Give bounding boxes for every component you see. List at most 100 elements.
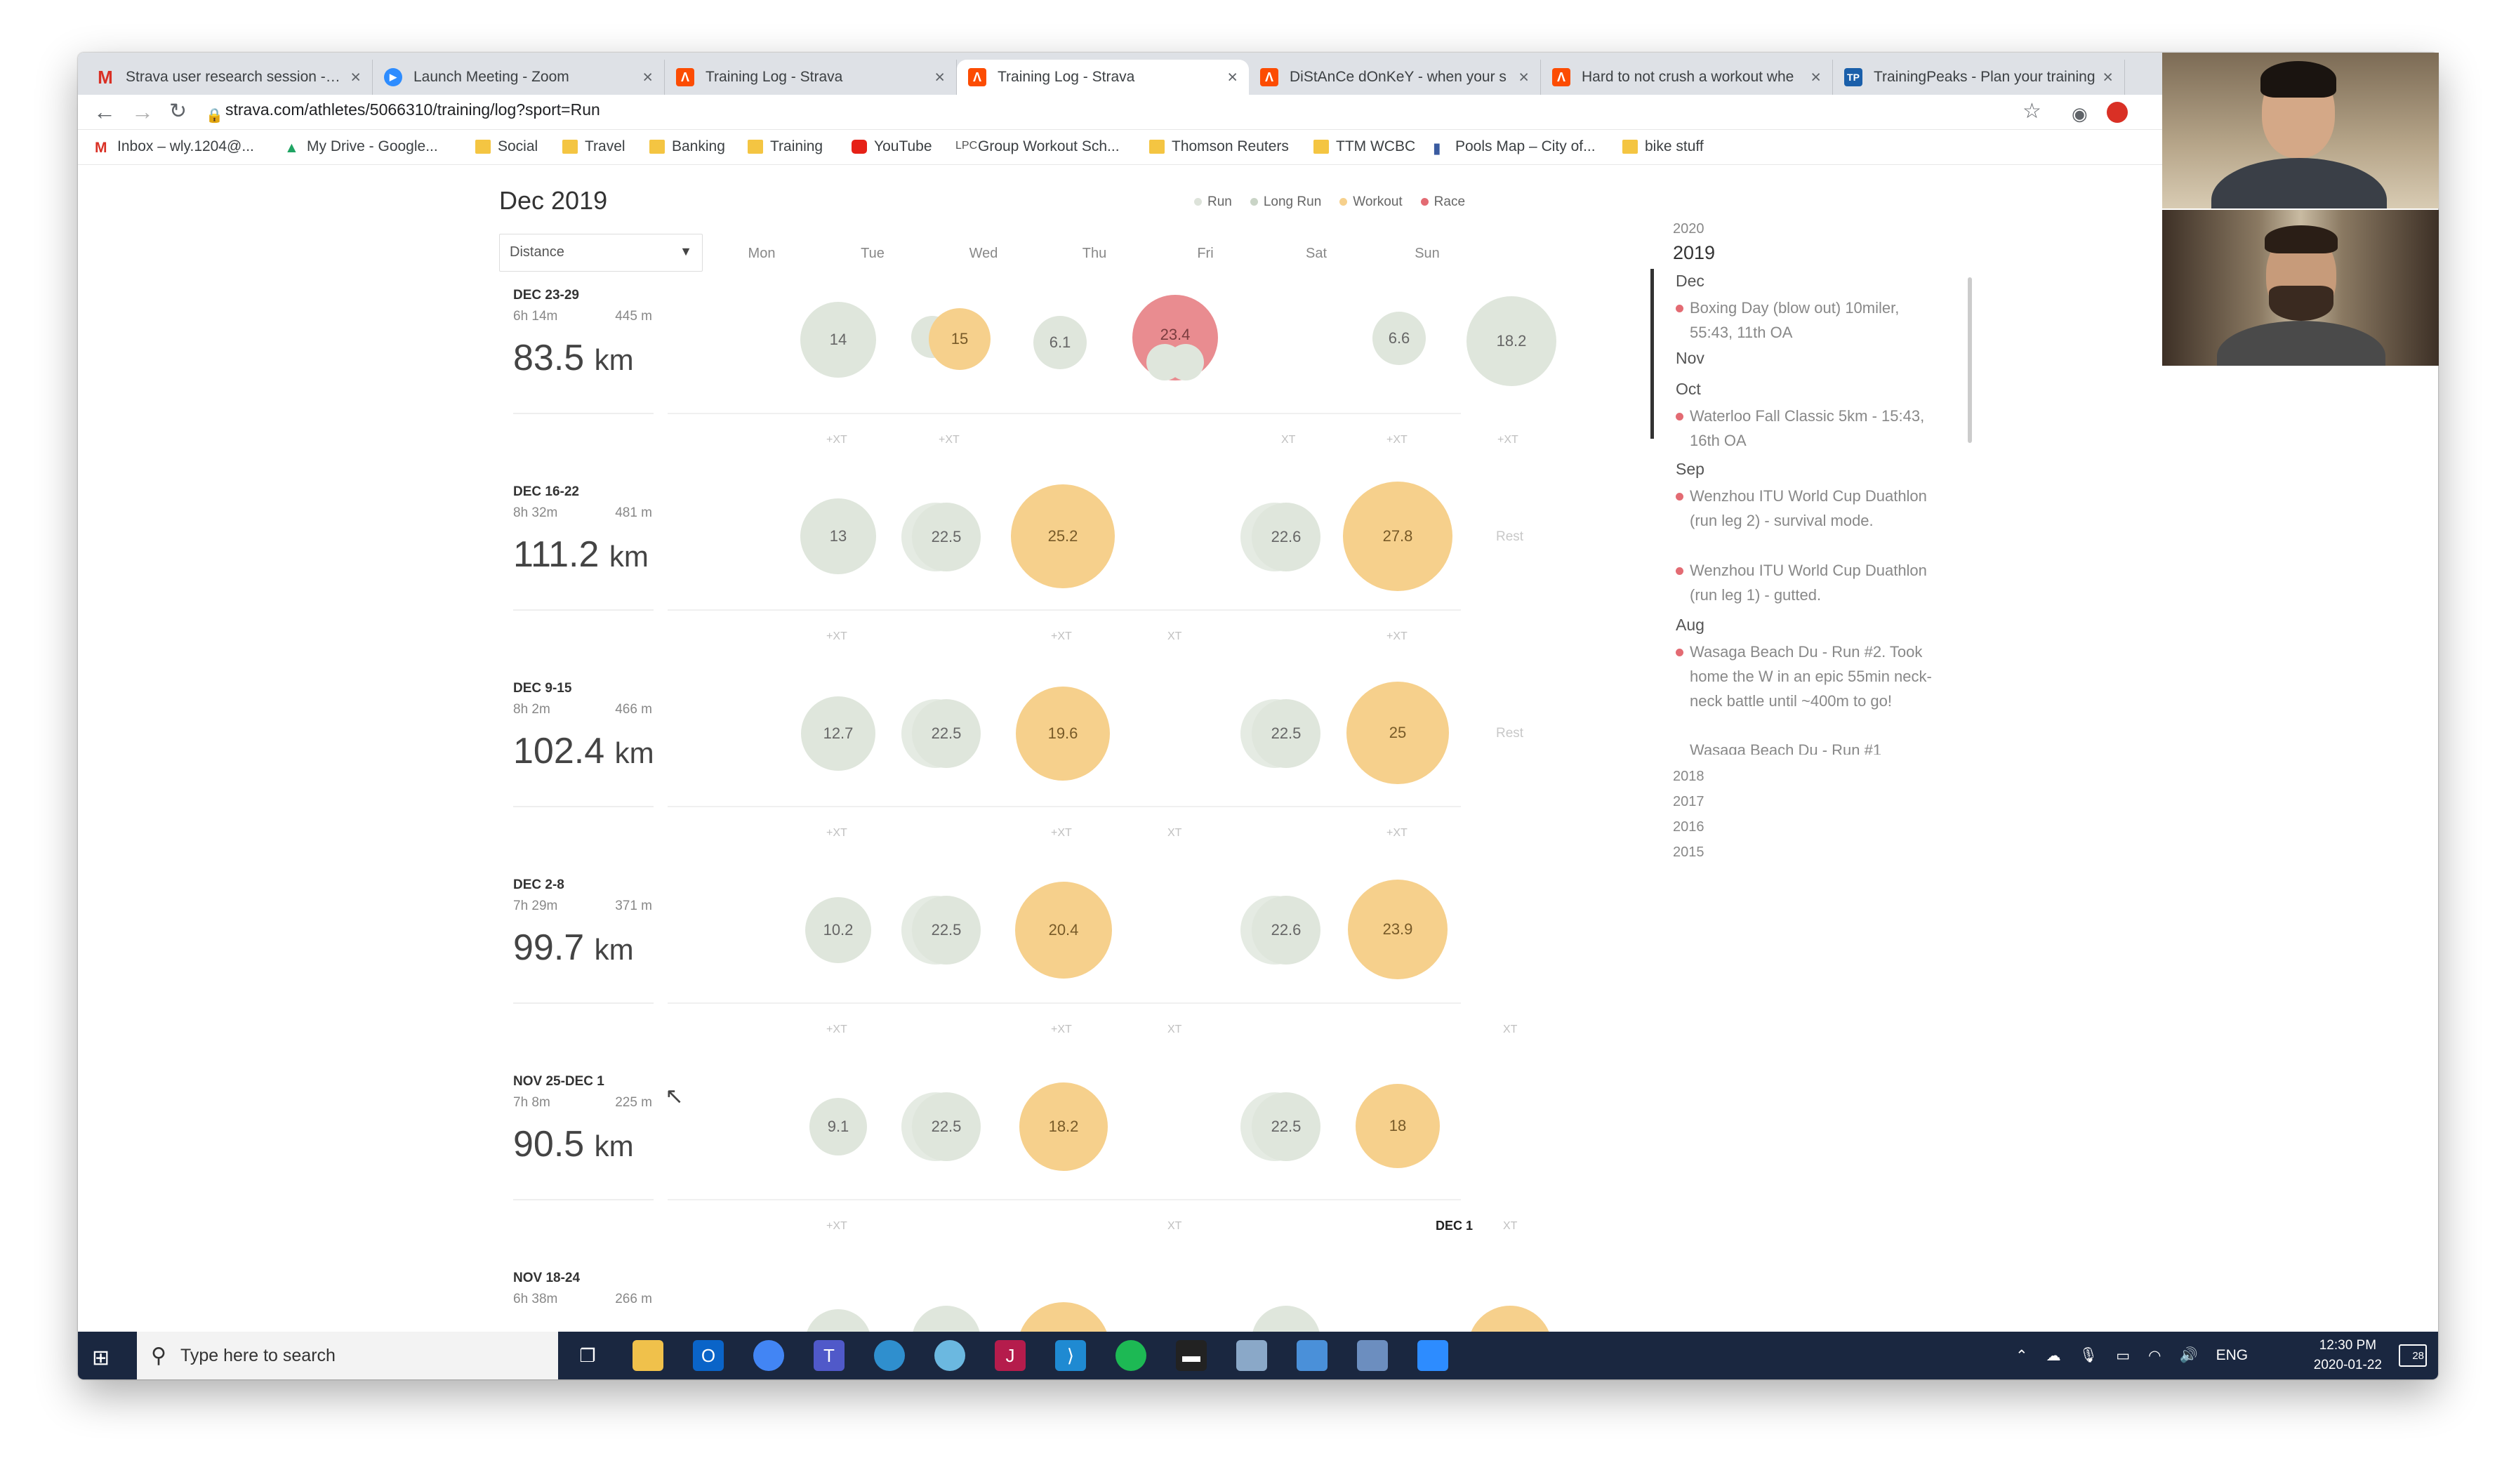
activity-bubble[interactable]: 13 bbox=[800, 498, 876, 574]
tab-strava-log-active[interactable]: Λ Training Log - Strava × bbox=[957, 60, 1249, 95]
activity-bubble[interactable]: 12.7 bbox=[801, 696, 875, 771]
bookmark-ttm[interactable]: TTM WCBC bbox=[1313, 138, 1415, 155]
race-event[interactable]: Waterloo Fall Classic 5km - 15:43, 16th … bbox=[1676, 404, 1942, 453]
race-event[interactable]: Wenzhou ITU World Cup Duathlon (run leg … bbox=[1676, 558, 1942, 607]
race-event[interactable]: Wasaga Beach Du - Run #2. Took home the … bbox=[1676, 640, 1942, 713]
bookmark-bike[interactable]: bike stuff bbox=[1622, 138, 1704, 155]
extension-badge-icon[interactable] bbox=[2107, 102, 2128, 123]
tab-hard-workout[interactable]: Λ Hard to not crush a workout whe × bbox=[1541, 60, 1833, 95]
week-row[interactable]: NOV 25-DEC 1 7h 8m 225 m 90.5 km 9.1 22.… bbox=[499, 1074, 1517, 1271]
bookmark-social[interactable]: Social bbox=[475, 138, 538, 155]
wifi-icon[interactable]: ◠ bbox=[2148, 1347, 2161, 1365]
volume-icon[interactable]: 🔊 bbox=[2179, 1347, 2197, 1364]
tab-distance-donkey[interactable]: Λ DiStAnCe dOnKeY - when your s × bbox=[1249, 60, 1541, 95]
close-icon[interactable]: × bbox=[2103, 67, 2113, 88]
activity-bubble[interactable]: 14 bbox=[800, 302, 876, 378]
terminal-icon[interactable]: ▬ bbox=[1176, 1340, 1207, 1371]
remote-desktop-icon[interactable] bbox=[1357, 1340, 1388, 1371]
activity-bubble[interactable]: 22.5 bbox=[912, 699, 981, 768]
activity-bubble[interactable]: 22.6 bbox=[1252, 896, 1320, 965]
teams-icon[interactable]: T bbox=[814, 1340, 845, 1371]
spotify-icon[interactable] bbox=[1115, 1340, 1146, 1371]
close-icon[interactable]: × bbox=[1227, 67, 1238, 88]
activity-bubble[interactable]: 22.5 bbox=[1252, 1092, 1320, 1161]
extension-icon[interactable]: ◉ bbox=[2072, 101, 2088, 126]
activity-bubble[interactable]: 22.5 bbox=[912, 1092, 981, 1161]
activity-bubble[interactable]: 22.5 bbox=[912, 503, 981, 571]
windows-start-icon[interactable]: ⊞ bbox=[92, 1346, 110, 1370]
activity-bubble[interactable]: 6.6 bbox=[1372, 312, 1426, 365]
activity-bubble[interactable] bbox=[1167, 344, 1204, 380]
activity-bubble[interactable]: 6.1 bbox=[1033, 316, 1087, 369]
jetbrains-icon[interactable]: J bbox=[995, 1340, 1026, 1371]
bookmark-travel[interactable]: Travel bbox=[562, 138, 625, 155]
app-icon[interactable] bbox=[934, 1340, 965, 1371]
bookmark-training[interactable]: Training bbox=[748, 138, 823, 155]
year-link[interactable]: 2015 bbox=[1673, 844, 1704, 861]
activity-bubble[interactable]: 25 bbox=[1346, 682, 1449, 784]
close-icon[interactable]: × bbox=[934, 67, 945, 88]
bookmark-banking[interactable]: Banking bbox=[649, 138, 725, 155]
battery-icon[interactable]: ▭ bbox=[2116, 1347, 2130, 1365]
activity-bubble[interactable]: 18.2 bbox=[1466, 296, 1556, 386]
close-icon[interactable]: × bbox=[1518, 67, 1529, 88]
taskbar-search[interactable]: ⚲ Type here to search bbox=[137, 1332, 558, 1379]
bookmark-pools[interactable]: ▮ Pools Map – City of... bbox=[1433, 138, 1596, 157]
activity-bubble[interactable]: 10.2 bbox=[805, 897, 871, 963]
week-row[interactable]: DEC 2-8 7h 29m 371 m 99.7 km 10.2 22.5 2… bbox=[499, 877, 1517, 1074]
activity-bubble[interactable]: 22.5 bbox=[912, 896, 981, 965]
activity-bubble[interactable]: 18.2 bbox=[1019, 1082, 1108, 1171]
year-current[interactable]: 2019 bbox=[1673, 242, 1715, 264]
activity-bubble[interactable]: 18 bbox=[1356, 1084, 1440, 1168]
tab-trainingpeaks[interactable]: TP TrainingPeaks - Plan your training × bbox=[1833, 60, 2125, 95]
activity-bubble[interactable]: 15 bbox=[929, 308, 991, 370]
race-event[interactable]: Wasaga Beach Du - Run #1 bbox=[1690, 738, 1942, 755]
bookmark-thomson[interactable]: Thomson Reuters bbox=[1149, 138, 1289, 155]
taskbar-clock[interactable]: 12:30 PM 2020-01-22 bbox=[2314, 1336, 2382, 1375]
week-row[interactable]: DEC 16-22 8h 32m 481 m 111.2 km 13 22.5 … bbox=[499, 482, 1523, 681]
metric-select[interactable]: Distance ▼ bbox=[499, 234, 703, 272]
window-icon[interactable] bbox=[1297, 1340, 1327, 1371]
timeline-scrollbar[interactable] bbox=[1968, 277, 1972, 443]
bookmark-inbox[interactable]: M Inbox – wly.1204@... bbox=[95, 138, 254, 156]
month-oct[interactable]: Oct bbox=[1676, 380, 1701, 399]
bookmark-drive[interactable]: ▲ My Drive - Google... bbox=[284, 138, 438, 156]
outlook-icon[interactable]: O bbox=[693, 1340, 724, 1371]
month-sep[interactable]: Sep bbox=[1676, 460, 1704, 479]
back-icon[interactable]: ← bbox=[93, 99, 116, 124]
task-view-icon[interactable]: ❐ bbox=[572, 1340, 603, 1371]
year-link[interactable]: 2016 bbox=[1673, 819, 1704, 835]
activity-bubble[interactable]: 22.5 bbox=[1252, 699, 1320, 768]
month-aug[interactable]: Aug bbox=[1676, 616, 1704, 635]
zoom-taskbar-icon[interactable] bbox=[1417, 1340, 1448, 1371]
year-link[interactable]: 2020 bbox=[1673, 221, 1704, 237]
year-link[interactable]: 2018 bbox=[1673, 769, 1704, 785]
action-center-icon[interactable]: 28 bbox=[2399, 1344, 2427, 1367]
tab-zoom[interactable]: ▶ Launch Meeting - Zoom × bbox=[373, 60, 665, 95]
microphone-icon[interactable]: 🎙 bbox=[2079, 1347, 2098, 1364]
address-bar[interactable]: strava.com/athletes/5066310/training/log… bbox=[225, 100, 600, 119]
activity-bubble[interactable]: 22.6 bbox=[1252, 503, 1320, 571]
chrome-icon[interactable] bbox=[753, 1340, 784, 1371]
forward-icon[interactable]: → bbox=[131, 99, 154, 124]
onedrive-icon[interactable]: ☁ bbox=[2046, 1347, 2061, 1365]
activity-bubble[interactable]: 20.4 bbox=[1015, 882, 1112, 979]
race-event[interactable]: Boxing Day (blow out) 10miler, 55:43, 11… bbox=[1676, 296, 1942, 345]
vscode-icon[interactable]: ⟩ bbox=[1055, 1340, 1086, 1371]
bookmark-star-icon[interactable]: ☆ bbox=[2022, 99, 2041, 124]
bookmark-youtube[interactable]: YouTube bbox=[852, 138, 932, 155]
file-explorer-icon[interactable] bbox=[633, 1340, 663, 1371]
language-indicator[interactable]: ENG bbox=[2216, 1347, 2249, 1364]
close-icon[interactable]: × bbox=[1810, 67, 1821, 88]
tab-gmail[interactable]: M Strava user research session - Co × bbox=[85, 60, 373, 95]
close-icon[interactable]: × bbox=[642, 67, 653, 88]
activity-bubble[interactable]: 19.6 bbox=[1016, 687, 1110, 781]
activity-bubble[interactable]: 25.2 bbox=[1011, 484, 1115, 588]
activity-bubble[interactable]: 23.9 bbox=[1348, 880, 1448, 979]
reload-icon[interactable]: ↻ bbox=[169, 99, 187, 124]
week-row[interactable]: DEC 23-29 6h 14m 445 m 83.5 km 14 15 6.1… bbox=[499, 288, 1556, 484]
tab-strava-log[interactable]: Λ Training Log - Strava × bbox=[665, 60, 957, 95]
week-row[interactable]: DEC 9-15 8h 2m 466 m 102.4 km 12.7 22.5 … bbox=[499, 681, 1523, 877]
activity-bubble[interactable]: 27.8 bbox=[1343, 482, 1452, 591]
year-link[interactable]: 2017 bbox=[1673, 794, 1704, 810]
